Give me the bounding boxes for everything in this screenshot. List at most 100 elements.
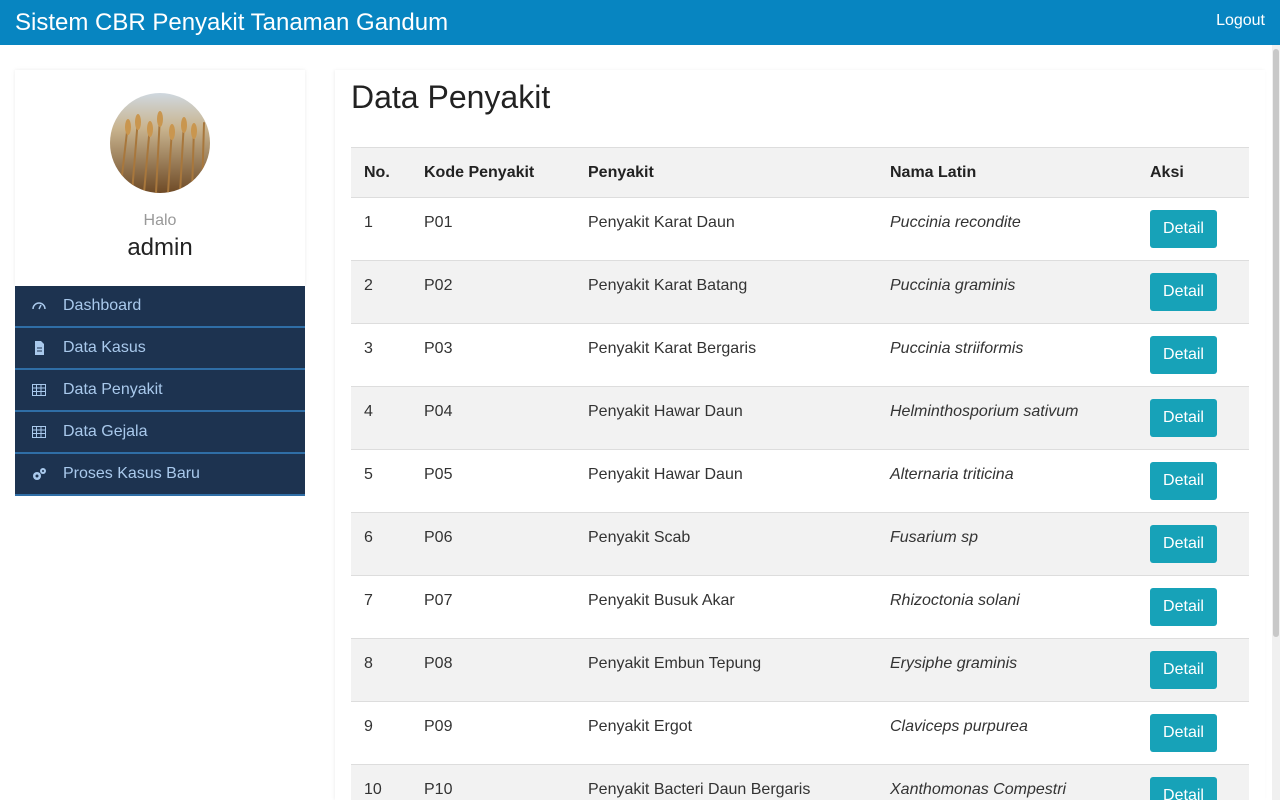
cell-aksi: Detail [1137,575,1249,639]
cell-no: 9 [351,701,411,765]
table-row: 3 P03 Penyakit Karat Bergaris Puccinia s… [351,323,1249,387]
cell-kode: P08 [411,638,575,702]
column-header-aksi: Aksi [1137,147,1249,198]
column-header-penyakit: Penyakit [575,147,877,198]
profile-card: Halo admin [15,70,305,286]
cell-no: 3 [351,323,411,387]
cell-latin: Rhizoctonia solani [877,575,1137,639]
greeting-text: Halo [143,212,177,229]
page-title: Data Penyakit [351,79,551,115]
cell-aksi: Detail [1137,323,1249,387]
table-row: 1 P01 Penyakit Karat Daun Puccinia recon… [351,197,1249,261]
main-content: Data Penyakit No. Kode Penyakit Penyakit… [335,70,1265,800]
cell-aksi: Detail [1137,197,1249,261]
cell-latin: Puccinia graminis [877,260,1137,324]
gears-icon [31,466,47,482]
cell-penyakit: Penyakit Karat Bergaris [575,323,877,387]
cell-aksi: Detail [1137,449,1249,513]
cell-latin: Puccinia recondite [877,197,1137,261]
cell-penyakit: Penyakit Hawar Daun [575,386,877,450]
sidebar-item-data-gejala[interactable]: Data Gejala [15,412,305,454]
detail-button[interactable]: Detail [1150,462,1217,500]
table-row: 4 P04 Penyakit Hawar Daun Helminthospori… [351,386,1249,450]
table-row: 7 P07 Penyakit Busuk Akar Rhizoctonia so… [351,575,1249,639]
detail-button[interactable]: Detail [1150,210,1217,248]
cell-aksi: Detail [1137,638,1249,702]
dashboard-icon [31,298,47,314]
cell-latin: Puccinia striiformis [877,323,1137,387]
column-header-no: No. [351,147,411,198]
page-scrollbar[interactable] [1272,45,1280,800]
cell-kode: P01 [411,197,575,261]
cell-latin: Xanthomonas Compestri [877,764,1137,800]
cell-latin: Alternaria triticina [877,449,1137,513]
table-icon [31,382,47,398]
sidebar-item-data-kasus[interactable]: Data Kasus [15,328,305,370]
disease-table: No. Kode Penyakit Penyakit Nama Latin Ak… [351,147,1249,800]
table-row: 5 P05 Penyakit Hawar Daun Alternaria tri… [351,449,1249,513]
cell-penyakit: Penyakit Ergot [575,701,877,765]
cell-no: 1 [351,197,411,261]
detail-button[interactable]: Detail [1150,336,1217,374]
detail-button[interactable]: Detail [1150,399,1217,437]
cell-latin: Fusarium sp [877,512,1137,576]
cell-penyakit: Penyakit Hawar Daun [575,449,877,513]
cell-kode: P04 [411,386,575,450]
sidebar-item-label: Data Gejala [63,423,148,440]
cell-latin: Helminthosporium sativum [877,386,1137,450]
cell-no: 6 [351,512,411,576]
table-row: 6 P06 Penyakit Scab Fusarium sp Detail [351,512,1249,576]
table-row: 8 P08 Penyakit Embun Tepung Erysiphe gra… [351,638,1249,702]
detail-button[interactable]: Detail [1150,273,1217,311]
cell-latin: Erysiphe graminis [877,638,1137,702]
app-title[interactable]: Sistem CBR Penyakit Tanaman Gandum [15,9,448,37]
sidebar-item-data-penyakit[interactable]: Data Penyakit [15,370,305,412]
logout-link[interactable]: Logout [1216,11,1265,31]
cell-aksi: Detail [1137,386,1249,450]
detail-button[interactable]: Detail [1150,714,1217,752]
cell-kode: P07 [411,575,575,639]
cell-no: 8 [351,638,411,702]
table-row: 2 P02 Penyakit Karat Batang Puccinia gra… [351,260,1249,324]
cell-no: 4 [351,386,411,450]
sidebar-item-label: Data Kasus [63,339,146,356]
sidebar-item-proses-kasus-baru[interactable]: Proses Kasus Baru [15,454,305,496]
cell-kode: P06 [411,512,575,576]
sidebar-menu: Dashboard Data Kasus Data Penyakit Data … [15,286,305,496]
top-navbar: Sistem CBR Penyakit Tanaman Gandum Logou… [0,0,1280,45]
avatar [110,93,210,193]
scrollbar-thumb[interactable] [1273,49,1279,637]
username: admin [127,234,193,261]
table-icon [31,424,47,440]
column-header-kode: Kode Penyakit [411,147,575,198]
cell-no: 10 [351,764,411,800]
cell-no: 5 [351,449,411,513]
cell-kode: P09 [411,701,575,765]
sidebar-item-dashboard[interactable]: Dashboard [15,286,305,328]
cell-penyakit: Penyakit Bacteri Daun Bergaris [575,764,877,800]
document-icon [31,340,47,356]
sidebar: Halo admin Dashboard Data Kasus Data Pen… [15,70,305,496]
sidebar-item-label: Data Penyakit [63,381,163,398]
detail-button[interactable]: Detail [1150,777,1217,800]
detail-button[interactable]: Detail [1150,588,1217,626]
cell-penyakit: Penyakit Busuk Akar [575,575,877,639]
detail-button[interactable]: Detail [1150,651,1217,689]
cell-aksi: Detail [1137,764,1249,800]
sidebar-item-label: Proses Kasus Baru [63,465,200,482]
column-header-latin: Nama Latin [877,147,1137,198]
cell-penyakit: Penyakit Embun Tepung [575,638,877,702]
cell-kode: P02 [411,260,575,324]
sidebar-item-label: Dashboard [63,297,142,314]
cell-kode: P05 [411,449,575,513]
cell-aksi: Detail [1137,260,1249,324]
table-row: 9 P09 Penyakit Ergot Claviceps purpurea … [351,701,1249,765]
cell-no: 7 [351,575,411,639]
cell-latin: Claviceps purpurea [877,701,1137,765]
cell-penyakit: Penyakit Scab [575,512,877,576]
cell-aksi: Detail [1137,701,1249,765]
cell-penyakit: Penyakit Karat Batang [575,260,877,324]
table-header-row: No. Kode Penyakit Penyakit Nama Latin Ak… [351,147,1249,198]
detail-button[interactable]: Detail [1150,525,1217,563]
cell-kode: P03 [411,323,575,387]
